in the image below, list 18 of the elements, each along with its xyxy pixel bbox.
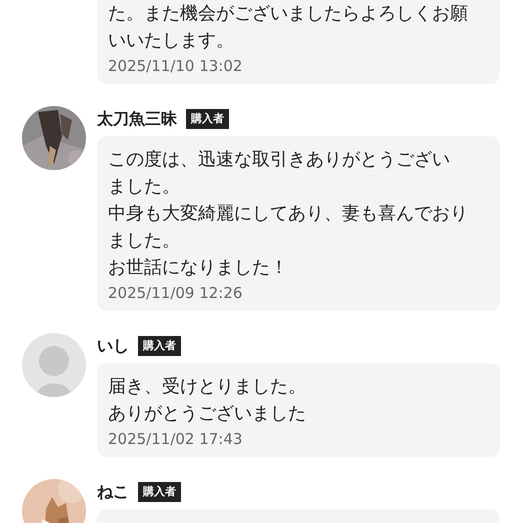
comment-timestamp: 2025/11/09 12:26 — [108, 283, 244, 303]
comment-line: ました。 — [108, 229, 180, 253]
comment-line: 届き、受けとりました。 — [108, 375, 306, 399]
comment-line: 中身も大変綺麗にしてあり、妻も喜んでおり — [108, 202, 468, 226]
comment-line: ました。 — [108, 175, 180, 199]
comment-timestamp: 2025/11/10 13:02 — [108, 56, 244, 76]
comment-line: お世話になりました！ — [108, 256, 288, 280]
comment-line: た。また機会がございましたらよろしくお願 — [108, 2, 468, 26]
user-name: いし — [97, 336, 129, 356]
buyer-badge: 購入者 — [186, 109, 229, 129]
user-name: 太刀魚三昧 — [97, 108, 177, 130]
user-name: ねこ — [97, 482, 129, 502]
buyer-badge: 購入者 — [138, 336, 181, 356]
comment-line: ありがとうございました — [108, 402, 306, 426]
buyer-badge: 購入者 — [138, 482, 181, 502]
comment-line: いいたします。 — [108, 29, 234, 53]
comment-line: この度は、迅速な取引きありがとうござい — [108, 148, 450, 172]
comment-timestamp: 2025/11/02 17:43 — [108, 429, 244, 449]
